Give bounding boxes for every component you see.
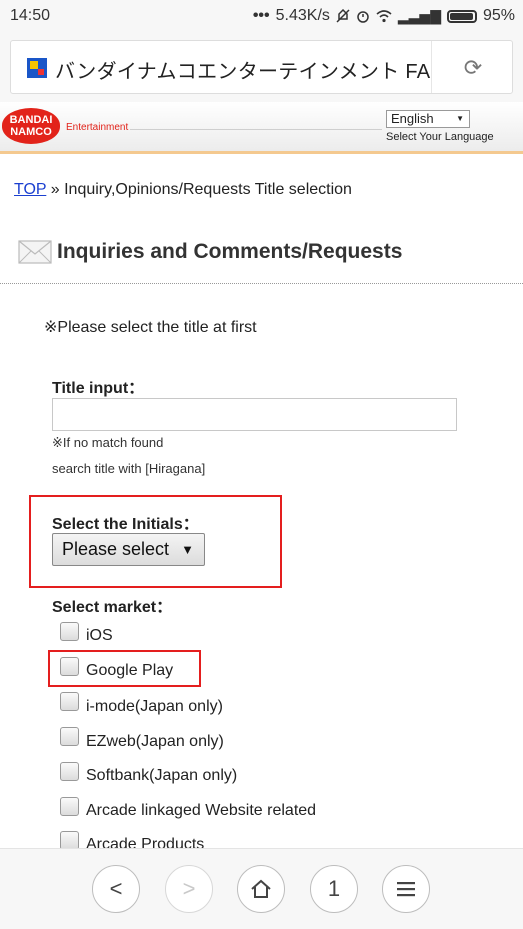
logo-entertainment-text: Entertainment: [66, 122, 129, 133]
market-label-ezweb[interactable]: EZweb(Japan only): [86, 733, 224, 751]
site-favicon-icon: [27, 58, 47, 78]
home-button[interactable]: [237, 865, 285, 913]
home-icon: [251, 879, 271, 898]
heading-divider: [0, 283, 523, 284]
chevron-right-icon: >: [182, 876, 196, 901]
browser-bottom-nav: < > 1: [0, 848, 523, 929]
browser-toolbar: バンダイナムコエンターテインメント FAQ ⟳: [0, 32, 523, 102]
initials-select[interactable]: Please select ▼: [52, 533, 205, 566]
status-bar: 14:50 ••• 5.43K/s ▂▃▅▇ 95%: [0, 0, 523, 32]
market-checkbox-ezweb[interactable]: [60, 727, 79, 746]
language-selected-value: English: [391, 111, 434, 126]
alarm-icon: [357, 11, 369, 23]
tabs-button[interactable]: 1: [310, 865, 358, 913]
initials-label: Select the Initials：: [52, 516, 199, 533]
network-speed: 5.43K/s: [275, 7, 330, 24]
status-time: 14:50: [10, 7, 51, 24]
page-title: Inquiries and Comments/Requests: [57, 240, 403, 263]
menu-button[interactable]: [382, 865, 430, 913]
signal-icon: ▂▃▅▇: [397, 7, 441, 24]
market-checkbox-i-mode[interactable]: [60, 692, 79, 711]
language-select[interactable]: English ▼: [386, 110, 470, 128]
forward-button[interactable]: >: [165, 865, 213, 913]
market-label-softbank[interactable]: Softbank(Japan only): [86, 767, 237, 785]
market-label-google-play[interactable]: Google Play: [86, 662, 173, 680]
site-header: BANDAI NAMCO Entertainment English ▼ Sel…: [0, 102, 523, 154]
menu-icon: [397, 882, 415, 897]
chevron-down-icon: ▼: [181, 542, 194, 557]
tabs-count: 1: [327, 876, 341, 901]
envelope-icon: [18, 240, 52, 264]
page-heading: Inquiries and Comments/Requests: [18, 240, 402, 264]
logo-text-bottom: NAMCO: [10, 126, 52, 138]
bandai-namco-logo[interactable]: BANDAI NAMCO: [2, 108, 60, 144]
chevron-left-icon: <: [109, 876, 123, 901]
market-label: Select market：: [52, 599, 173, 616]
mute-icon: [336, 9, 350, 23]
more-dots-icon: •••: [252, 7, 270, 24]
market-checkbox-google-play[interactable]: [60, 657, 79, 676]
address-bar[interactable]: バンダイナムコエンターテインメント FAQ ⟳: [10, 40, 513, 94]
page-title-in-address-bar[interactable]: バンダイナムコエンターテインメント FAQ: [55, 55, 431, 84]
market-checkbox-arcade-website[interactable]: [60, 797, 79, 816]
title-input[interactable]: [52, 398, 457, 431]
market-label-i-mode[interactable]: i-mode(Japan only): [86, 698, 223, 716]
hint-no-match: ※If no match found: [52, 435, 164, 450]
breadcrumb: TOP » Inquiry,Opinions/Requests Title se…: [14, 181, 352, 199]
battery-level: 95%: [482, 7, 515, 24]
title-input-label: Title input：: [52, 380, 145, 397]
market-label-ios[interactable]: iOS: [86, 627, 113, 645]
market-checkbox-ios[interactable]: [60, 622, 79, 641]
breadcrumb-current: » Inquiry,Opinions/Requests Title select…: [46, 181, 352, 198]
address-bar-divider: [431, 41, 432, 93]
status-icons: ••• 5.43K/s ▂▃▅▇ 95%: [253, 7, 515, 25]
reload-icon[interactable]: ⟳: [461, 56, 485, 80]
battery-icon: [446, 9, 477, 23]
market-checkbox-softbank[interactable]: [60, 762, 79, 781]
breadcrumb-top-link[interactable]: TOP: [14, 181, 46, 198]
market-label-arcade-website[interactable]: Arcade linkaged Website related: [86, 802, 316, 820]
hint-hiragana: search title with [Hiragana]: [52, 461, 206, 476]
wifi-icon: [376, 10, 392, 23]
initials-selected-value: Please select: [62, 539, 170, 559]
language-hint: Select Your Language: [386, 131, 494, 143]
back-button[interactable]: <: [92, 865, 140, 913]
select-title-notice: ※Please select the title at first: [44, 319, 257, 336]
chevron-down-icon: ▼: [456, 114, 464, 123]
header-divider-line: [130, 129, 382, 130]
logo-text-top: BANDAI: [9, 114, 53, 126]
